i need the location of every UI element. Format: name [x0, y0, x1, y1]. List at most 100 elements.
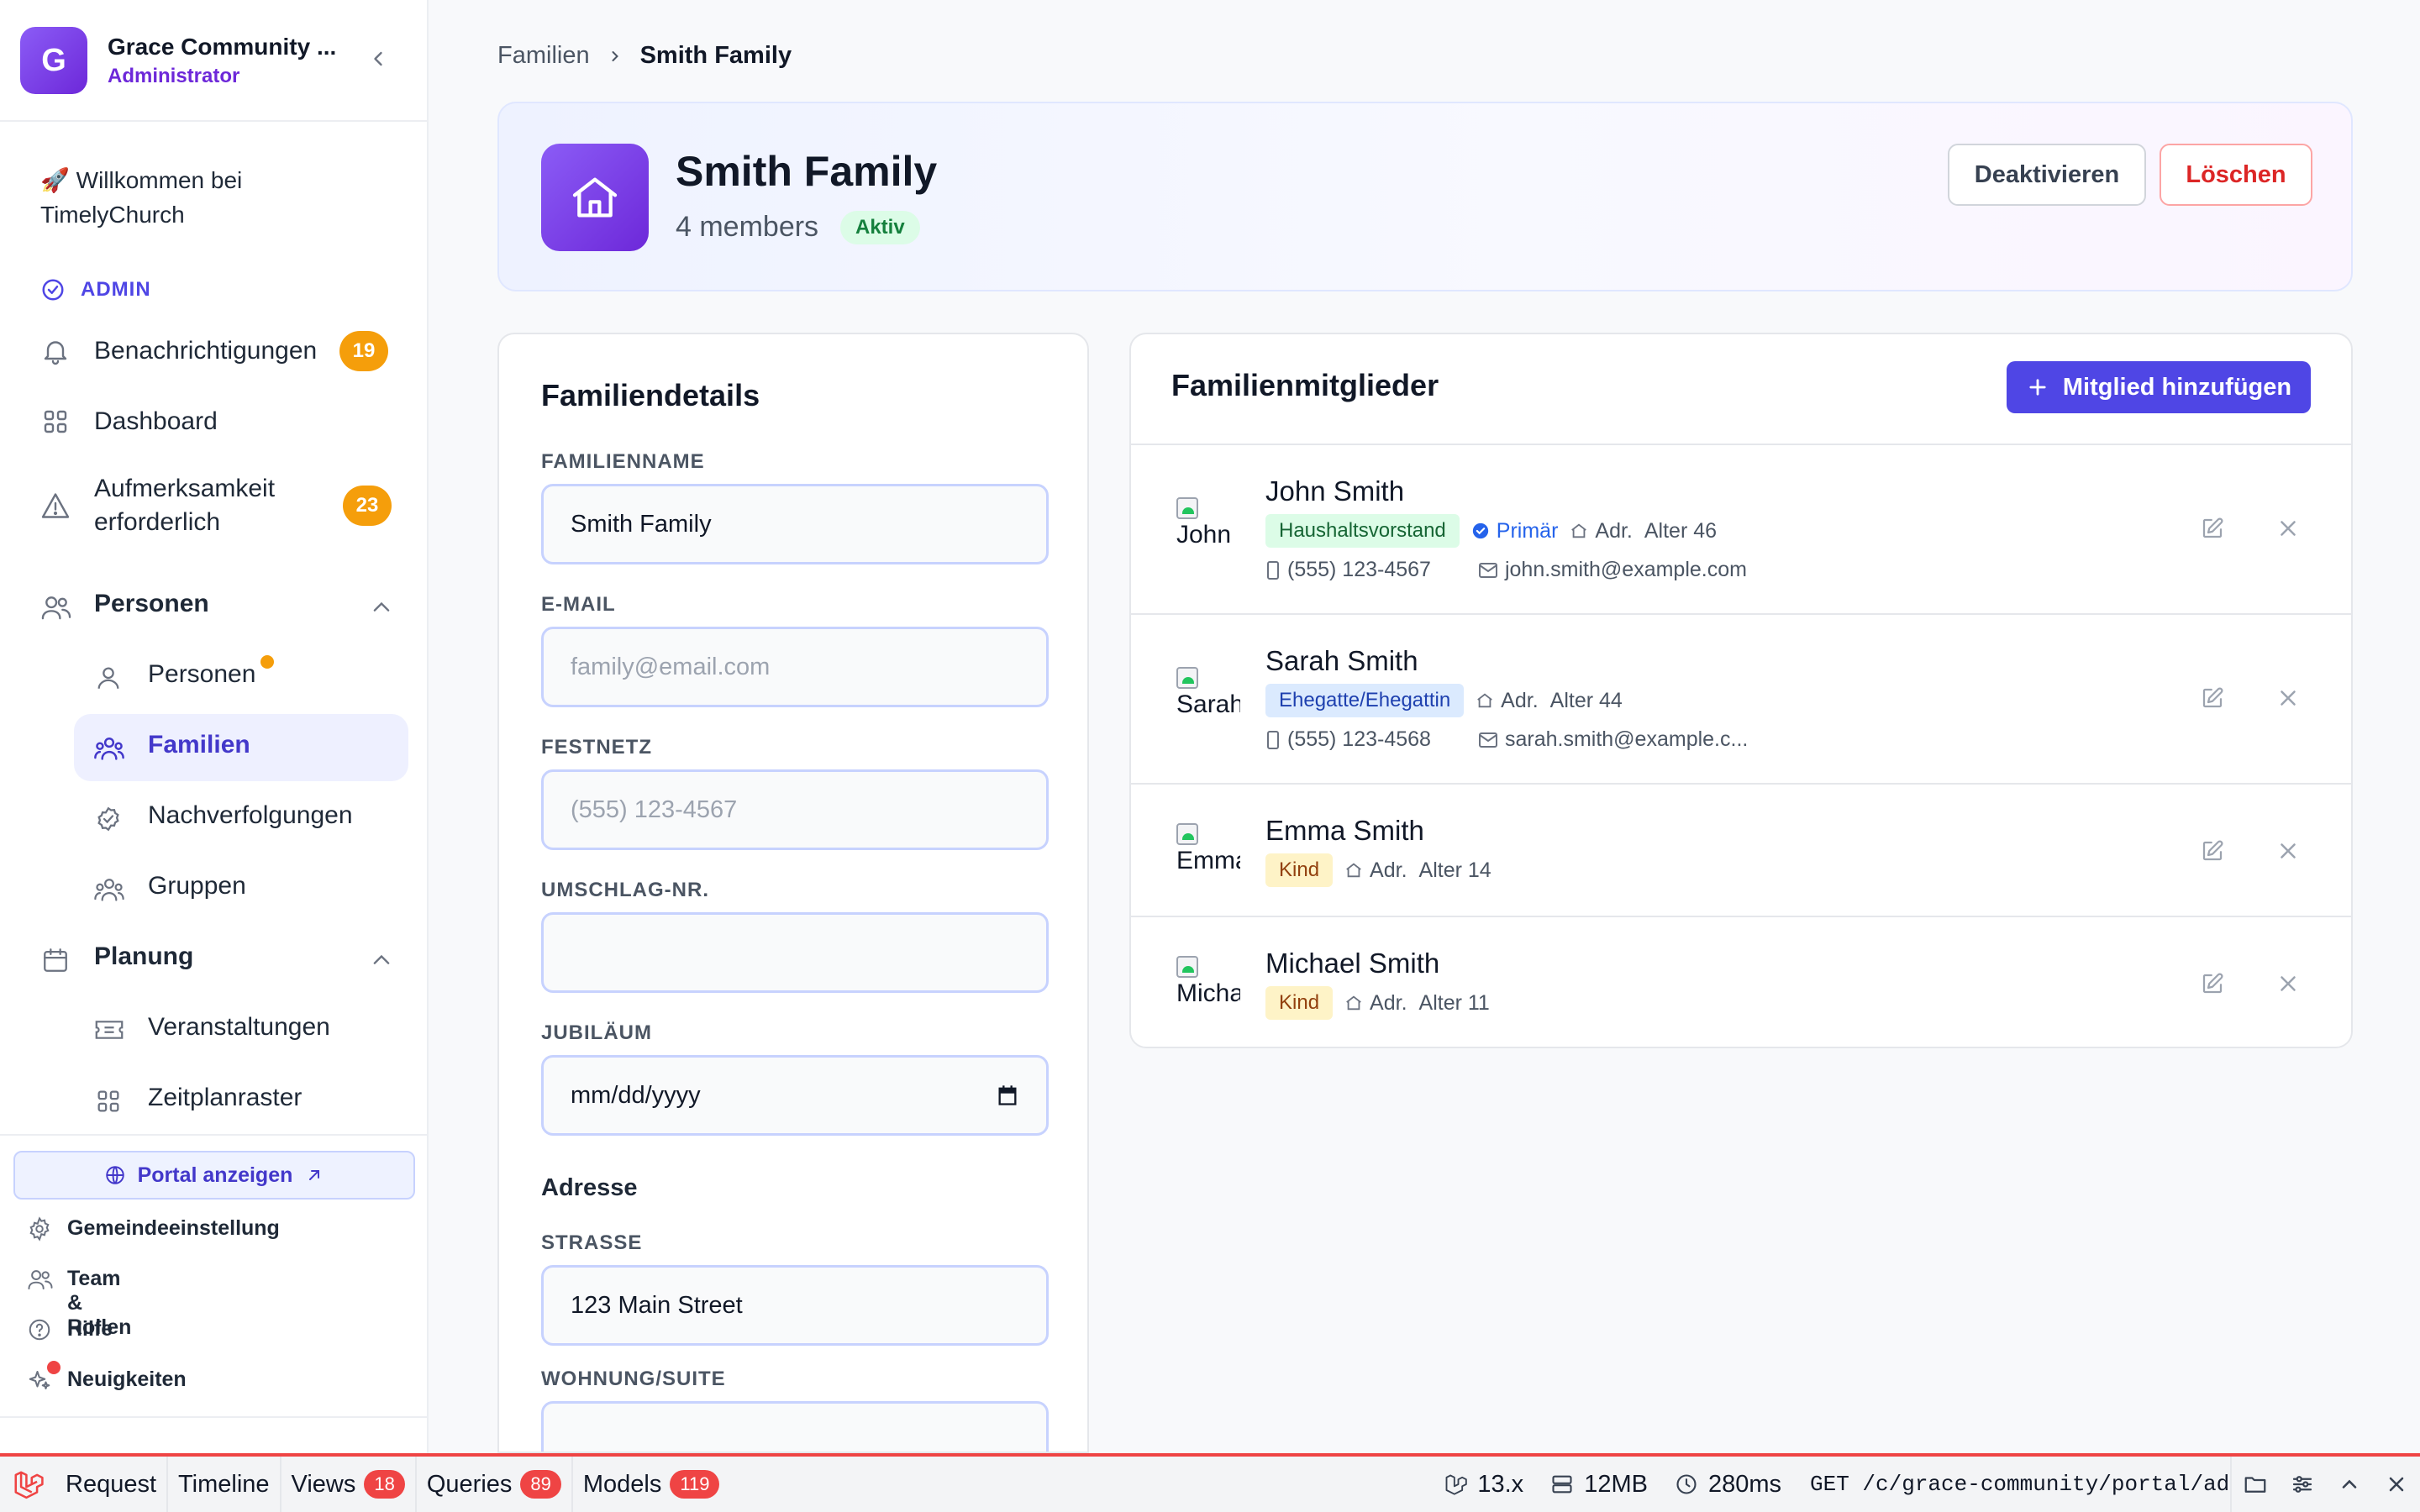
- member-email: john.smith@example.com: [1478, 558, 1747, 582]
- nav-dashboard[interactable]: Dashboard: [40, 403, 393, 440]
- org-switcher[interactable]: G Grace Community ... Administrator: [0, 0, 429, 122]
- nav-gemeindeeinstellung-label: Gemeindeeinstellung: [67, 1216, 280, 1240]
- deactivate-button[interactable]: Deaktivieren: [1948, 144, 2146, 206]
- portal-button[interactable]: Portal anzeigen: [13, 1151, 415, 1200]
- org-logo: G: [20, 27, 87, 94]
- nav-personen-label: Personen: [148, 660, 256, 688]
- debug-tab-queries[interactable]: Queries 89: [417, 1457, 573, 1512]
- add-member-button[interactable]: Mitglied hinzufügen: [2007, 361, 2311, 413]
- member-name[interactable]: Michael Smith: [1265, 948, 1439, 979]
- remove-icon[interactable]: [2275, 971, 2301, 996]
- check-circle-icon: [94, 805, 123, 833]
- nav-veranstaltungen[interactable]: Veranstaltungen: [74, 996, 408, 1063]
- remove-icon[interactable]: [2275, 685, 2301, 711]
- address-label: Adr.: [1370, 990, 1407, 1015]
- chevron-right-icon: [607, 48, 623, 65]
- nav-nachverfolgungen[interactable]: Nachverfolgungen: [74, 785, 408, 852]
- anniversary-date-input[interactable]: mm/dd/yyyy: [541, 1055, 1049, 1136]
- suite-label: WOHNUNG/SUITE: [541, 1368, 726, 1390]
- nav-attention[interactable]: Aufmerksamkeit erforderlich 23: [40, 470, 393, 541]
- notifications-count-badge: 19: [339, 331, 388, 371]
- debug-count-badge: 119: [670, 1470, 720, 1499]
- nav-zeitplanraster[interactable]: Zeitplanraster: [74, 1067, 408, 1134]
- org-name: Grace Community ...: [108, 34, 337, 60]
- nav-notifications[interactable]: Benachrichtigungen 19: [40, 331, 393, 371]
- member-actions: [2200, 971, 2301, 996]
- email-input[interactable]: [541, 627, 1049, 707]
- edit-icon[interactable]: [2200, 838, 2225, 864]
- chevron-up-icon[interactable]: [2326, 1457, 2373, 1512]
- address-heading: Adresse: [541, 1174, 638, 1201]
- nav-familien[interactable]: Familien: [74, 714, 408, 781]
- edit-icon[interactable]: [2200, 516, 2225, 541]
- close-icon[interactable]: [2373, 1457, 2420, 1512]
- member-actions: [2200, 685, 2301, 711]
- person-icon: [94, 664, 123, 692]
- family-name-input[interactable]: [541, 484, 1049, 564]
- nav-group-personen[interactable]: Personen: [40, 581, 393, 632]
- debug-tab-timeline[interactable]: Timeline: [168, 1457, 281, 1512]
- edit-icon[interactable]: [2200, 685, 2225, 711]
- warning-icon: [40, 491, 71, 521]
- date-placeholder: mm/dd/yyyy: [571, 1081, 701, 1109]
- team-icon: [27, 1267, 54, 1292]
- nav-attention-label: Aufmerksamkeit erforderlich: [94, 475, 276, 536]
- remove-icon[interactable]: [2275, 838, 2301, 864]
- member-row[interactable]: Emma Emma Smith Kind Adr. Alter 14: [1131, 783, 2351, 916]
- debug-route[interactable]: GET /c/grace-community/portal/admin/fami…: [1795, 1457, 2232, 1512]
- suite-input[interactable]: [541, 1401, 1049, 1452]
- member-age: Alter 11: [1418, 990, 1490, 1015]
- news-indicator-dot: [47, 1361, 60, 1374]
- mail-icon: [1478, 732, 1498, 748]
- member-row[interactable]: Michael Michael Smith Kind Adr. Alter 11: [1131, 916, 2351, 1048]
- delete-button[interactable]: Löschen: [2160, 144, 2312, 206]
- breadcrumb-parent[interactable]: Familien: [497, 42, 590, 70]
- laravel-logo-icon[interactable]: [0, 1457, 55, 1512]
- phone-input[interactable]: [541, 769, 1049, 850]
- calendar-picker-icon[interactable]: [996, 1084, 1019, 1107]
- debug-tab-models[interactable]: Models 119: [573, 1457, 730, 1512]
- member-row[interactable]: John John Smith Haushaltsvorstand Primär…: [1131, 444, 2351, 613]
- family-name-label: FAMILIENNAME: [541, 450, 705, 473]
- bell-icon: [40, 336, 71, 366]
- folder-icon[interactable]: [2232, 1457, 2279, 1512]
- envelope-input[interactable]: [541, 912, 1049, 993]
- role-badge: Kind: [1265, 986, 1334, 1020]
- nav-group-planung[interactable]: Planung: [40, 934, 393, 984]
- org-role: Administrator: [108, 65, 240, 87]
- welcome-link[interactable]: 🚀 Willkommen bei TimelyChurch: [40, 163, 343, 232]
- nav-personen[interactable]: Personen: [74, 643, 408, 711]
- plus-icon: [2026, 375, 2049, 399]
- sidebar: G Grace Community ... Administrator 🚀 Wi…: [0, 0, 429, 1453]
- collapse-sidebar-icon[interactable]: [366, 47, 390, 71]
- debug-tab-label: Views: [291, 1470, 356, 1498]
- debug-tab-views[interactable]: Views 18: [281, 1457, 417, 1512]
- nav-group-planung-label: Planung: [94, 942, 194, 970]
- remove-icon[interactable]: [2275, 516, 2301, 541]
- anniversary-label: JUBILÄUM: [541, 1021, 652, 1044]
- breadcrumb: Familien Smith Family: [497, 42, 792, 70]
- member-age: Alter 44: [1549, 688, 1623, 712]
- attention-count-badge: 23: [343, 486, 392, 526]
- settings-sliders-icon[interactable]: [2279, 1457, 2326, 1512]
- debug-count-badge: 89: [520, 1470, 561, 1499]
- member-row[interactable]: Sarah Sarah Smith Ehegatte/Ehegattin Adr…: [1131, 613, 2351, 783]
- debug-tab-label: Request: [66, 1470, 157, 1498]
- nav-gruppen-label: Gruppen: [148, 872, 246, 900]
- gear-icon: [27, 1216, 52, 1242]
- calendar-icon: [40, 946, 71, 974]
- street-input[interactable]: [541, 1265, 1049, 1346]
- debug-tab-request[interactable]: Request: [55, 1457, 169, 1512]
- debug-stats: 13.x 12MB 280ms GET /c/grace-community/p…: [1430, 1457, 2420, 1512]
- server-icon: [1550, 1473, 1574, 1496]
- member-name[interactable]: John Smith: [1265, 475, 1404, 507]
- edit-icon[interactable]: [2200, 971, 2225, 996]
- street-label: STRASSE: [541, 1231, 643, 1254]
- nav-gruppen[interactable]: Gruppen: [74, 855, 408, 922]
- member-name[interactable]: Sarah Smith: [1265, 645, 1418, 677]
- email-label: E-MAIL: [541, 593, 616, 616]
- family-icon: [94, 734, 124, 763]
- address-label: Adr.: [1595, 518, 1633, 543]
- member-actions: [2200, 838, 2301, 864]
- member-name[interactable]: Emma Smith: [1265, 815, 1424, 847]
